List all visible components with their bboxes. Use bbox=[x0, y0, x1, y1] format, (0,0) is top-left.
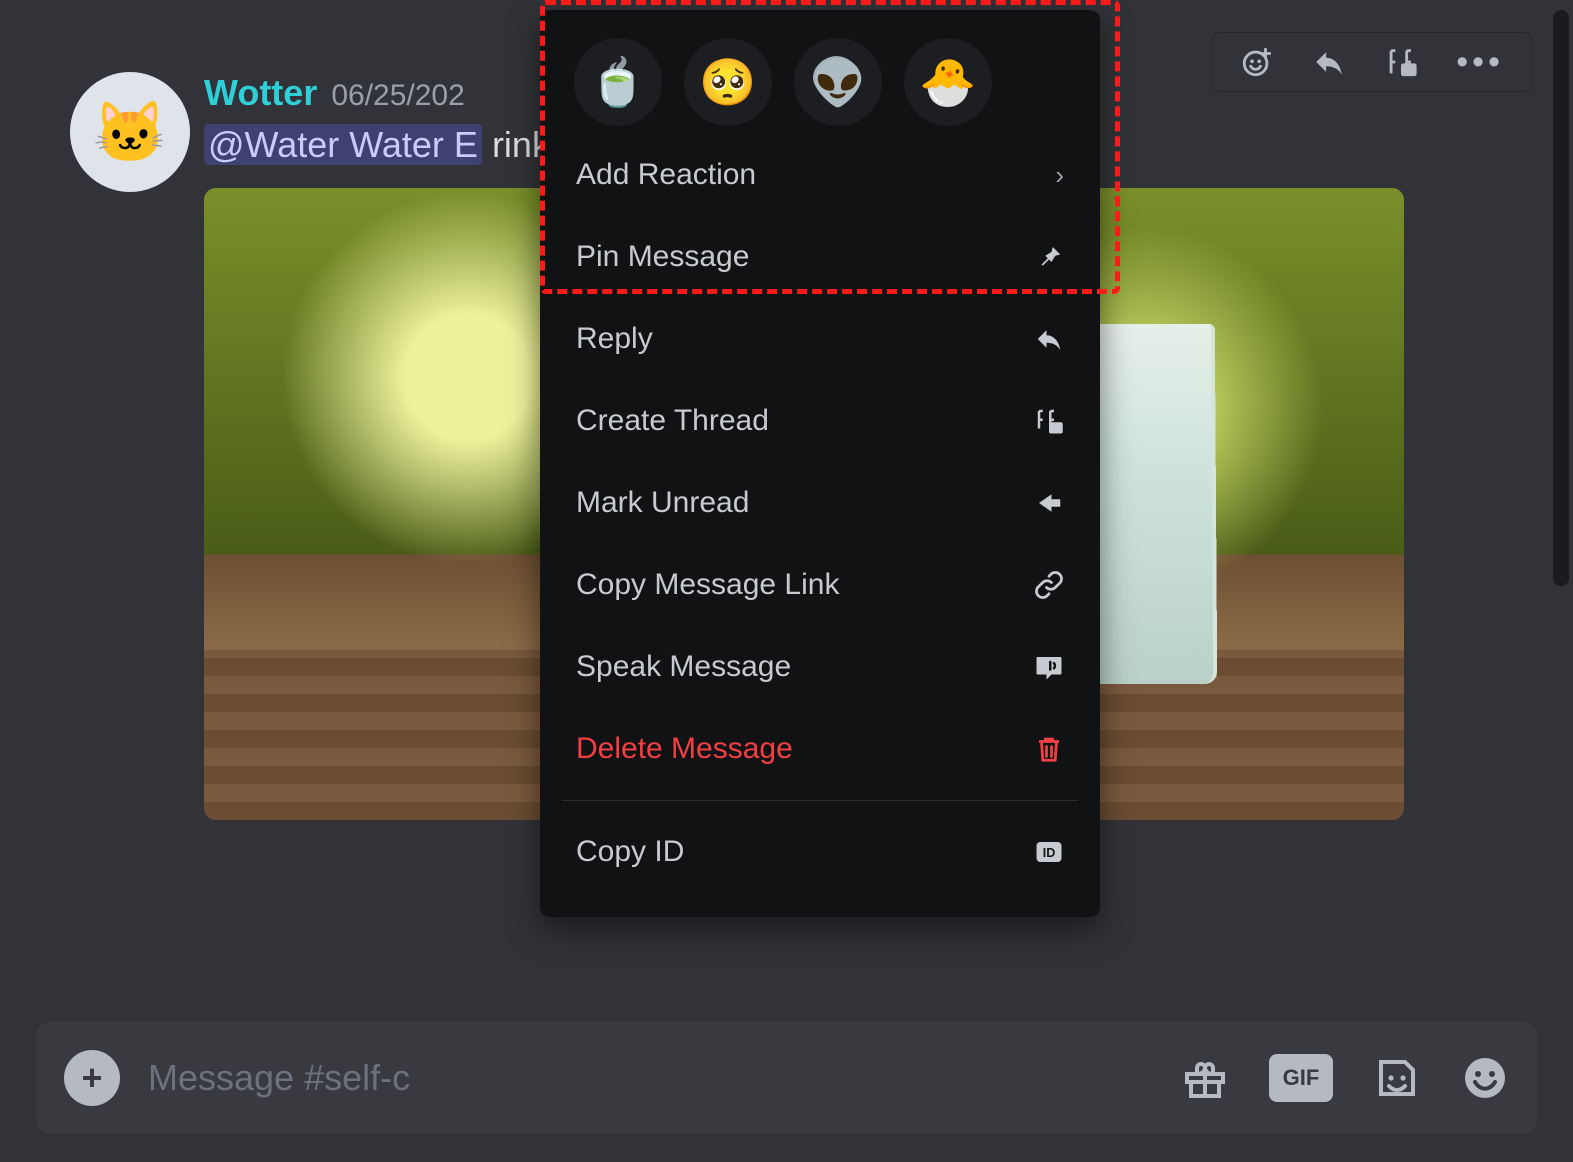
ctx-label: Mark Unread bbox=[576, 486, 749, 520]
trash-icon bbox=[1034, 734, 1064, 764]
ctx-pin-message[interactable]: Pin Message bbox=[540, 216, 1100, 298]
ctx-label: Copy ID bbox=[576, 835, 684, 869]
quick-reactions-row: 🍵 🥺 👽 🐣 bbox=[540, 28, 1100, 134]
id-icon: ID bbox=[1034, 837, 1064, 867]
author-name[interactable]: Wotter bbox=[204, 72, 317, 114]
message-context-menu: 🍵 🥺 👽 🐣 Add Reaction › Pin Message Reply… bbox=[540, 10, 1100, 917]
emoji-picker-icon[interactable] bbox=[1461, 1054, 1509, 1102]
ctx-label: Pin Message bbox=[576, 240, 749, 274]
ctx-create-thread[interactable]: Create Thread bbox=[540, 380, 1100, 462]
ctx-label: Copy Message Link bbox=[576, 568, 839, 602]
message-hover-toolbar: ••• bbox=[1211, 32, 1533, 92]
ctx-label: Add Reaction bbox=[576, 158, 756, 192]
ctx-separator bbox=[562, 800, 1078, 801]
ctx-mark-unread[interactable]: Mark Unread bbox=[540, 462, 1100, 544]
attach-button[interactable]: + bbox=[64, 1050, 120, 1106]
quick-reaction[interactable]: 🥺 bbox=[684, 38, 772, 126]
speak-icon bbox=[1034, 652, 1064, 682]
sticker-icon[interactable] bbox=[1373, 1054, 1421, 1102]
more-icon[interactable]: ••• bbox=[1456, 45, 1504, 79]
message-input[interactable] bbox=[146, 1056, 1155, 1100]
add-reaction-icon[interactable] bbox=[1240, 45, 1274, 79]
mark-unread-icon bbox=[1034, 488, 1064, 518]
ctx-delete-message[interactable]: Delete Message bbox=[540, 708, 1100, 790]
ctx-label: Delete Message bbox=[576, 732, 793, 766]
gif-button[interactable]: GIF bbox=[1269, 1054, 1333, 1102]
avatar[interactable]: 🐱 bbox=[70, 72, 190, 192]
quick-reaction[interactable]: 👽 bbox=[794, 38, 882, 126]
message-timestamp: 06/25/202 bbox=[331, 79, 464, 113]
ctx-reply[interactable]: Reply bbox=[540, 298, 1100, 380]
ctx-add-reaction[interactable]: Add Reaction › bbox=[540, 134, 1100, 216]
reply-icon[interactable] bbox=[1312, 45, 1346, 79]
gift-icon[interactable] bbox=[1181, 1054, 1229, 1102]
quick-reaction[interactable]: 🍵 bbox=[574, 38, 662, 126]
ctx-label: Speak Message bbox=[576, 650, 791, 684]
composer-right-icons: GIF bbox=[1181, 1054, 1509, 1102]
ctx-label: Reply bbox=[576, 322, 653, 356]
pin-icon bbox=[1034, 242, 1064, 272]
chat-viewport: 🐱 Wotter 06/25/202 @Water Water E rink w… bbox=[0, 0, 1573, 1162]
quick-reaction[interactable]: 🐣 bbox=[904, 38, 992, 126]
ctx-label: Create Thread bbox=[576, 404, 769, 438]
reply-icon bbox=[1034, 324, 1064, 354]
thread-icon[interactable] bbox=[1384, 45, 1418, 79]
link-icon bbox=[1034, 570, 1064, 600]
chevron-right-icon: › bbox=[1055, 160, 1064, 191]
message-composer: + GIF bbox=[36, 1022, 1537, 1134]
ctx-speak-message[interactable]: Speak Message bbox=[540, 626, 1100, 708]
svg-text:ID: ID bbox=[1043, 846, 1056, 860]
ctx-copy-link[interactable]: Copy Message Link bbox=[540, 544, 1100, 626]
mention[interactable]: @Water Water E bbox=[204, 124, 482, 165]
thread-icon bbox=[1034, 406, 1064, 436]
ctx-copy-id[interactable]: Copy ID ID bbox=[540, 811, 1100, 893]
